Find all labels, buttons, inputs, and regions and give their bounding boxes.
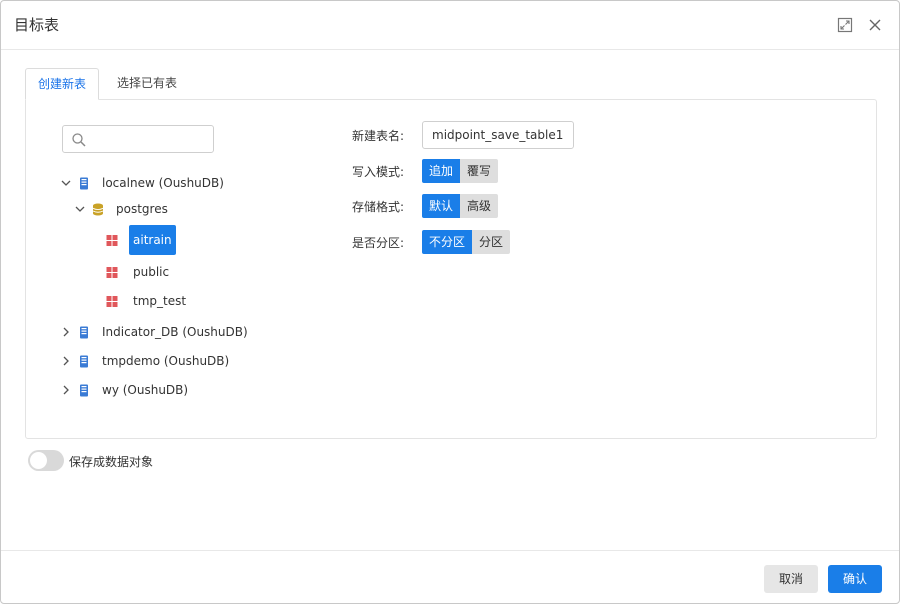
save-as-data-object-label: 保存成数据对象 xyxy=(69,455,154,469)
tab-select-existing-table[interactable]: 选择已有表 xyxy=(99,68,195,100)
tree-node-localnew[interactable]: localnew (OushuDB) xyxy=(60,173,228,193)
write-mode-overwrite-button[interactable]: 覆写 xyxy=(460,159,499,183)
search-input[interactable] xyxy=(91,129,209,149)
table-name-label: 新建表名: xyxy=(352,129,405,143)
storage-format-segmented: 默认 高级 xyxy=(422,194,499,218)
tab-panel: localnew (OushuDB) postgres aitrain publ… xyxy=(25,99,877,439)
storage-format-advanced-button[interactable]: 高级 xyxy=(460,194,499,218)
partition-enable-button[interactable]: 分区 xyxy=(472,230,511,254)
storage-format-label: 存储格式: xyxy=(352,200,405,214)
storage-format-default-button[interactable]: 默认 xyxy=(422,194,461,218)
database-server-icon xyxy=(78,177,90,190)
chevron-down-icon[interactable] xyxy=(60,177,72,189)
table-grid-icon xyxy=(106,295,118,308)
target-table-dialog: 目标表 创建新表 选择已有表 localnew (OushuDB) postgr… xyxy=(0,0,900,604)
maximize-button[interactable] xyxy=(837,17,853,33)
tree-node-aitrain[interactable]: aitrain xyxy=(106,225,176,255)
partition-segmented: 不分区 分区 xyxy=(422,230,511,254)
table-grid-icon xyxy=(106,234,118,247)
dialog-header: 目标表 xyxy=(1,1,899,50)
database-server-icon xyxy=(78,355,90,368)
cancel-button[interactable]: 取消 xyxy=(764,565,818,593)
dialog-footer: 取消 确认 xyxy=(1,550,899,603)
close-button[interactable] xyxy=(867,17,883,33)
table-grid-icon xyxy=(106,266,118,279)
tree-node-label: localnew (OushuDB) xyxy=(102,176,224,190)
partition-none-button[interactable]: 不分区 xyxy=(422,230,473,254)
tree-node-indicator-db[interactable]: Indicator_DB (OushuDB) xyxy=(60,322,252,342)
confirm-button[interactable]: 确认 xyxy=(828,565,882,593)
chevron-right-icon[interactable] xyxy=(60,384,72,396)
schema-cylinder-icon xyxy=(92,203,104,216)
chevron-right-icon[interactable] xyxy=(60,326,72,338)
dialog-title: 目标表 xyxy=(14,16,60,34)
tab-create-new-table[interactable]: 创建新表 xyxy=(25,68,99,100)
toggle-knob xyxy=(30,452,47,469)
tree-node-label: wy (OushuDB) xyxy=(102,383,189,397)
write-mode-segmented: 追加 覆写 xyxy=(422,159,499,183)
partition-label: 是否分区: xyxy=(352,236,405,250)
tree-node-wy[interactable]: wy (OushuDB) xyxy=(60,380,192,400)
tree-node-label: postgres xyxy=(116,202,168,216)
tree-node-label: Indicator_DB (OushuDB) xyxy=(102,325,248,339)
chevron-down-icon[interactable] xyxy=(74,203,86,215)
table-name-input[interactable] xyxy=(422,121,574,149)
database-server-icon xyxy=(78,384,90,397)
close-icon xyxy=(869,19,881,31)
tree-node-tmp-test[interactable]: tmp_test xyxy=(106,291,190,311)
write-mode-append-button[interactable]: 追加 xyxy=(422,159,461,183)
write-mode-label: 写入模式: xyxy=(352,165,405,179)
tree-node-label: aitrain xyxy=(129,225,176,255)
tree-node-label: tmpdemo (OushuDB) xyxy=(102,354,230,368)
database-server-icon xyxy=(78,326,90,339)
search-icon xyxy=(72,133,86,147)
tree-node-label: tmp_test xyxy=(133,294,187,308)
tree-search xyxy=(62,125,214,153)
chevron-right-icon[interactable] xyxy=(60,355,72,367)
tree-node-tmpdemo[interactable]: tmpdemo (OushuDB) xyxy=(60,351,233,371)
tree-node-label: public xyxy=(133,265,170,279)
tree-node-postgres[interactable]: postgres xyxy=(74,199,172,219)
tree-node-public[interactable]: public xyxy=(106,262,173,282)
save-as-data-object-toggle[interactable] xyxy=(28,450,64,471)
maximize-icon xyxy=(837,17,853,33)
